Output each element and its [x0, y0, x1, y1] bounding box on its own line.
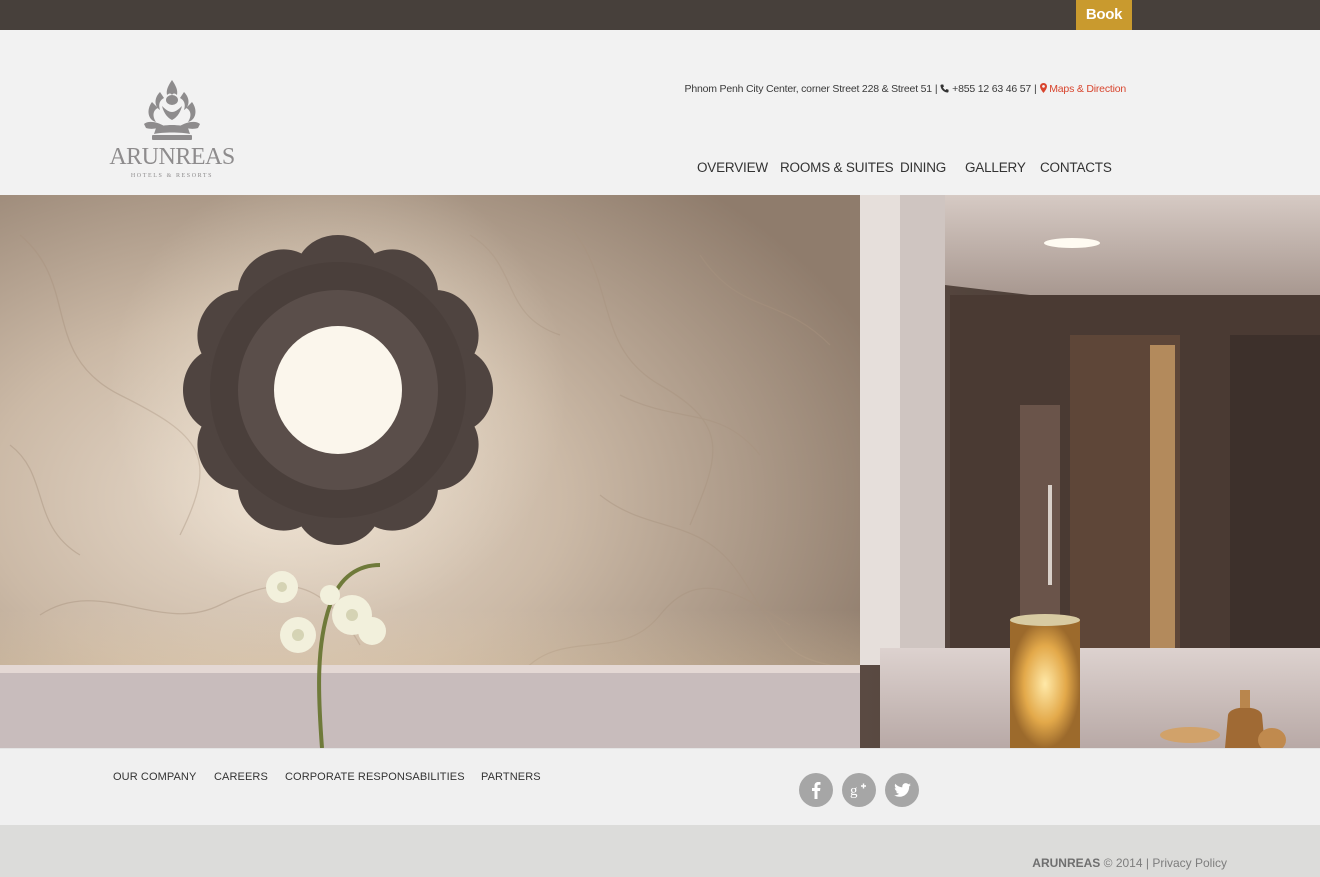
logo-wordmark: ARUNREAS — [109, 144, 235, 170]
maps-direction-label: Maps & Direction — [1049, 83, 1126, 95]
site-header: ARUNREAS HOTELS & RESORTS Phnom Penh Cit… — [0, 30, 1320, 195]
footer-link-corporate-responsabilities[interactable]: CORPORATE RESPONSABILITIES — [285, 771, 465, 783]
copyright-brand: ARUNREAS — [1032, 856, 1101, 870]
nav-item-rooms-suites[interactable]: ROOMS & SUITES — [780, 160, 894, 175]
footer-link-partners[interactable]: PARTNERS — [481, 771, 541, 783]
book-button[interactable]: Book — [1076, 0, 1132, 30]
footer-link-careers[interactable]: CAREERS — [214, 771, 268, 783]
nav-item-overview[interactable]: OVERVIEW — [697, 160, 768, 175]
maps-direction-link[interactable]: Maps & Direction — [1039, 83, 1126, 95]
address-text: Phnom Penh City Center, corner Street 22… — [684, 83, 933, 95]
twitter-icon — [893, 783, 911, 797]
footer-link-our-company[interactable]: OUR COMPANY — [113, 771, 196, 783]
separator: | — [1034, 83, 1037, 95]
nav-item-dining[interactable]: DINING — [900, 160, 946, 175]
phone-icon — [940, 84, 949, 93]
brand-logo[interactable]: ARUNREAS HOTELS & RESORTS — [104, 78, 240, 186]
privacy-policy-link[interactable]: Privacy Policy — [1152, 856, 1227, 870]
google-plus-icon: g — [850, 783, 866, 798]
copyright: ARUNREAS © 2014 | Privacy Policy — [1032, 856, 1227, 870]
nav-item-gallery[interactable]: GALLERY — [965, 160, 1026, 175]
top-bar: Book — [0, 0, 1320, 30]
footer-bottom: ARUNREAS © 2014 | Privacy Policy — [0, 825, 1320, 877]
facebook-button[interactable] — [799, 773, 833, 807]
contact-line: Phnom Penh City Center, corner Street 22… — [685, 83, 1126, 95]
map-marker-icon — [1039, 83, 1047, 93]
copyright-text: © 2014 | — [1103, 856, 1149, 870]
svg-text:g: g — [850, 783, 858, 798]
separator: | — [934, 83, 938, 95]
twitter-button[interactable] — [885, 773, 919, 807]
footer-links-bar: OUR COMPANY CAREERS CORPORATE RESPONSABI… — [0, 748, 1320, 825]
google-plus-button[interactable]: g — [842, 773, 876, 807]
logo-emblem-icon — [144, 80, 200, 140]
logo-tagline: HOTELS & RESORTS — [130, 173, 214, 179]
hero-image — [0, 195, 1320, 748]
phone-text[interactable]: +855 12 63 46 57 — [952, 83, 1031, 95]
nav-item-contacts[interactable]: CONTACTS — [1040, 160, 1112, 175]
facebook-icon — [812, 782, 821, 799]
